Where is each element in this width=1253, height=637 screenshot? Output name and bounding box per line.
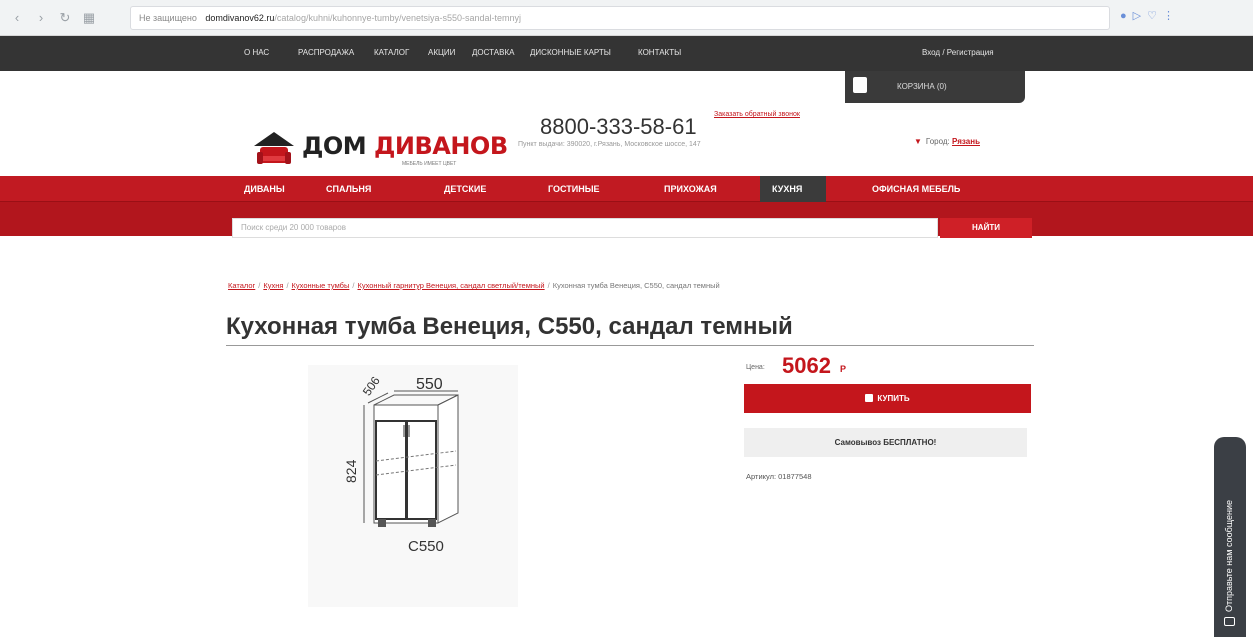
- send-message-label: Отправьте нам сообщение: [1224, 499, 1234, 612]
- pickup-address: Пункт выдачи: 390020, г.Рязань, Московск…: [518, 141, 701, 148]
- send-message-tab[interactable]: Отправьте нам сообщение: [1214, 437, 1246, 637]
- category-bar: [0, 176, 1253, 202]
- topnav-catalog[interactable]: КАТАЛОГ: [374, 48, 409, 57]
- search-input[interactable]: Поиск среди 20 000 товаров: [232, 218, 938, 238]
- cart-label: КОРЗИНА (0): [897, 82, 947, 91]
- dim-width-label: 550: [416, 376, 443, 393]
- breadcrumb-current: Кухонная тумба Венеция, С550, сандал тем…: [552, 281, 720, 290]
- callback-link[interactable]: Заказать обратный звонок: [714, 111, 800, 118]
- article-number: Артикул: 01877548: [746, 472, 812, 481]
- back-icon[interactable]: ‹: [8, 9, 26, 27]
- forward-icon[interactable]: ›: [32, 9, 50, 27]
- price-label: Цена:: [746, 364, 765, 371]
- search-button[interactable]: НАЙТИ: [940, 218, 1032, 238]
- buy-button[interactable]: КУПИТЬ: [744, 384, 1031, 413]
- topnav-delivery[interactable]: ДОСТАВКА: [472, 48, 514, 57]
- dim-height-label: 824: [343, 459, 359, 483]
- topnav-discount-cards[interactable]: ДИСКОННЫЕ КАРТЫ: [530, 48, 611, 57]
- currency-symbol: Р: [840, 364, 847, 374]
- page-title: Кухонная тумба Венеция, С550, сандал тем…: [226, 313, 1034, 346]
- sofa-house-icon: [254, 132, 294, 164]
- breadcrumb-set[interactable]: Кухонный гарнитур Венеция, сандал светлы…: [357, 281, 544, 290]
- category-office[interactable]: ОФИСНАЯ МЕБЕЛЬ: [872, 184, 960, 194]
- city-name[interactable]: Рязань: [952, 137, 980, 146]
- site-logo[interactable]: ДОМ ДИВАНОВ МЕБЕЛЬ ИМЕЕТ ЦВЕТ: [252, 130, 508, 170]
- dim-depth-label: 506: [360, 374, 383, 399]
- category-hallway[interactable]: ПРИХОЖАЯ: [664, 184, 717, 194]
- breadcrumb-catalog[interactable]: Каталог: [228, 281, 255, 290]
- cart-icon: [865, 394, 874, 402]
- login-register-link[interactable]: Вход / Регистрация: [922, 48, 994, 57]
- reload-icon[interactable]: ↻: [56, 9, 74, 27]
- address-bar[interactable]: Не защищено domdivanov62.ru/catalog/kuhn…: [130, 6, 1110, 30]
- category-kitchen[interactable]: КУХНЯ: [772, 184, 802, 194]
- category-living[interactable]: ГОСТИНЫЕ: [548, 184, 600, 194]
- phone-number[interactable]: 8800-333-58-61: [540, 114, 697, 140]
- cabinet-drawing: 550 506 824 C550: [343, 374, 459, 555]
- product-image[interactable]: 550 506 824 C550: [308, 365, 518, 607]
- logo-text: ДОМ ДИВАНОВ: [302, 132, 508, 160]
- price-value: 5062: [782, 353, 831, 378]
- category-sofas[interactable]: ДИВАНЫ: [244, 184, 285, 194]
- free-pickup-notice: Самовывоз БЕСПЛАТНО!: [744, 428, 1027, 457]
- city-selector[interactable]: ▼ Город: Рязань: [914, 137, 980, 146]
- topnav-contacts[interactable]: КОНТАКТЫ: [638, 48, 681, 57]
- breadcrumb: Каталог / Кухня / Кухонные тумбы / Кухонный га…: [228, 281, 720, 290]
- category-bedroom[interactable]: СПАЛЬНЯ: [326, 184, 371, 194]
- shopping-bag-icon: [853, 77, 867, 93]
- apps-grid-icon[interactable]: ▦: [80, 9, 98, 27]
- category-kids[interactable]: ДЕТСКИЕ: [444, 184, 486, 194]
- model-label: C550: [408, 538, 444, 555]
- topnav-about[interactable]: О НАС: [244, 48, 269, 57]
- message-icon: [1224, 617, 1235, 626]
- topnav-promos[interactable]: АКЦИИ: [428, 48, 455, 57]
- location-pin-icon: ▼: [914, 137, 922, 146]
- logo-tagline: МЕБЕЛЬ ИМЕЕТ ЦВЕТ: [402, 161, 457, 167]
- topnav-sale[interactable]: РАСПРОДАЖА: [298, 48, 354, 57]
- extension-icons[interactable]: ●▷♡⋮: [1120, 9, 1248, 27]
- url-domain: domdivanov62.ru: [205, 13, 275, 23]
- insecure-label: Не защищено: [139, 13, 197, 23]
- cart-button[interactable]: КОРЗИНА (0): [845, 71, 1025, 103]
- top-navigation: О НАС РАСПРОДАЖА КАТАЛОГ АКЦИИ ДОСТАВКА …: [0, 36, 1253, 71]
- url-path: /catalog/kuhni/kuhonnye-tumby/venetsiya-…: [274, 13, 522, 23]
- breadcrumb-cabinets[interactable]: Кухонные тумбы: [292, 281, 350, 290]
- breadcrumb-kitchen[interactable]: Кухня: [263, 281, 283, 290]
- browser-toolbar: ‹ › ↻ ▦ Не защищено domdivanov62.ru/cata…: [0, 0, 1253, 36]
